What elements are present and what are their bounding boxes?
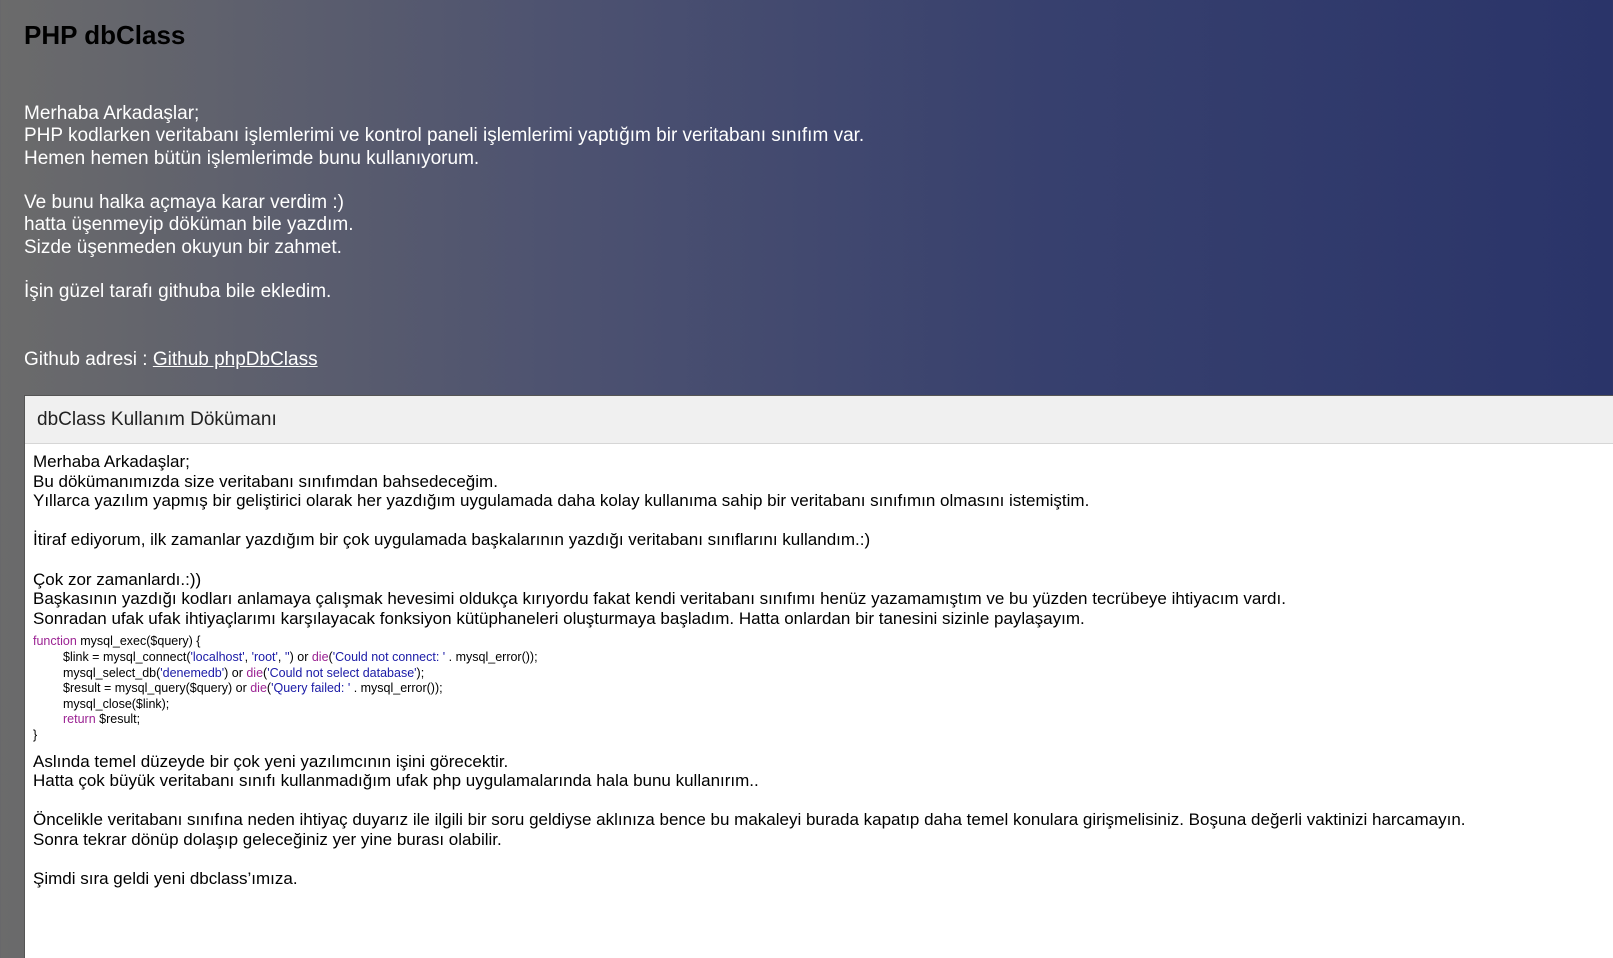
code-line: $link = mysql_connect('localhost', 'root…: [33, 650, 1613, 666]
code-text: $result;: [95, 712, 141, 727]
intro-gap: [24, 170, 864, 192]
code-string: 'Could not connect: ': [332, 649, 446, 664]
intro-line: Ve bunu halka açmaya karar verdim :): [24, 192, 344, 214]
doc-gap: [33, 849, 1613, 869]
doc-line: Şimdi sıra geldi yeni dbclass’ımıza.: [33, 869, 298, 889]
code-line: $result = mysql_query($query) or die('Qu…: [33, 681, 1613, 697]
doc-gap: [33, 550, 1613, 570]
code-text: ,: [244, 649, 252, 664]
doc-gap: [33, 791, 1613, 811]
code-string: 'localhost': [190, 649, 245, 664]
code-text: . mysql_error());: [445, 649, 538, 664]
intro-text: Merhaba Arkadaşlar; PHP kodlarken verita…: [24, 103, 864, 304]
code-string: 'root': [251, 649, 278, 664]
code-line: function mysql_exec($query) {: [33, 634, 1613, 650]
doc-gap: [33, 511, 1613, 531]
code-keyword: die: [311, 649, 329, 664]
doc-line: İtiraf ediyorum, ilk zamanlar yazdığım b…: [33, 530, 871, 550]
code-keyword: function: [33, 634, 77, 649]
github-label: Github adresi :: [24, 349, 153, 370]
code-line: mysql_select_db('denemedb') or die('Coul…: [33, 666, 1613, 682]
code-text: ,: [277, 649, 285, 664]
code-snippet: function mysql_exec($query) { $link = my…: [33, 634, 1613, 743]
code-keyword: die: [250, 681, 267, 696]
code-text: ) or: [289, 649, 312, 664]
intro-line: Hemen hemen bütün işlemlerimde bunu kull…: [24, 147, 480, 169]
doc-line: Aslında temel düzeyde bir çok yeni yazıl…: [33, 751, 509, 771]
code-string: 'Could not select database': [267, 665, 417, 680]
documentation-panel-body: Merhaba Arkadaşlar; Bu dökümanımızda siz…: [25, 444, 1613, 889]
code-string: 'denemedb': [160, 665, 225, 680]
doc-line: Başkasının yazdığı kodları anlamaya çalı…: [33, 589, 1286, 609]
code-text: mysql_select_db(: [63, 665, 161, 680]
doc-line: Öncelikle veritabanı sınıfına neden ihti…: [33, 810, 1466, 830]
code-text: $result = mysql_query($query) or: [63, 681, 251, 696]
intro-line: Merhaba Arkadaşlar;: [24, 103, 200, 124]
doc-line: Çok zor zamanlardı.:)): [33, 569, 202, 589]
doc-line: Bu dökümanımızda size veritabanı sınıfım…: [33, 471, 498, 491]
github-link[interactable]: Github phpDbClass: [153, 349, 318, 370]
code-keyword: die: [246, 665, 264, 680]
documentation-panel: dbClass Kullanım Dökümanı Merhaba Arkada…: [24, 395, 1613, 958]
code-text: ) or: [224, 665, 247, 680]
code-line: return $result;: [33, 712, 1613, 728]
code-text: $link = mysql_connect(: [63, 649, 191, 664]
code-keyword: return: [63, 712, 96, 727]
doc-line: Sonra tekrar dönüp dolaşıp geleceğiniz y…: [33, 829, 502, 849]
code-text: mysql_exec($query) {: [76, 634, 201, 649]
doc-line: Hatta çok büyük veritabanı sınıfı kullan…: [33, 771, 759, 791]
intro-line: hatta üşenmeyip döküman bile yazdım.: [24, 214, 354, 236]
code-text: . mysql_error());: [350, 681, 443, 696]
documentation-panel-header: dbClass Kullanım Dökümanı: [25, 396, 1613, 444]
code-line: mysql_close($link);: [33, 697, 1613, 713]
intro-line: PHP kodlarken veritabanı işlemlerimi ve …: [24, 125, 865, 147]
github-address: Github adresi : Github phpDbClass: [24, 349, 318, 371]
intro-line: Sizde üşenmeden okuyun bir zahmet.: [24, 236, 342, 258]
code-line: }: [33, 728, 1613, 744]
doc-line: Merhaba Arkadaşlar;: [33, 452, 190, 471]
intro-gap: [24, 259, 864, 281]
intro-line: İşin güzel tarafı githuba bile ekledim.: [24, 281, 332, 303]
code-text: }: [33, 727, 38, 742]
code-text: );: [416, 665, 425, 680]
page-title: PHP dbClass: [24, 20, 186, 50]
code-string: 'Query failed: ': [271, 681, 351, 696]
code-text: mysql_close($link);: [63, 696, 170, 711]
doc-line: Yıllarca yazılım yapmış bir geliştirici …: [33, 491, 1090, 511]
doc-line: Sonradan ufak ufak ihtiyaçlarımı karşıla…: [33, 608, 1085, 628]
